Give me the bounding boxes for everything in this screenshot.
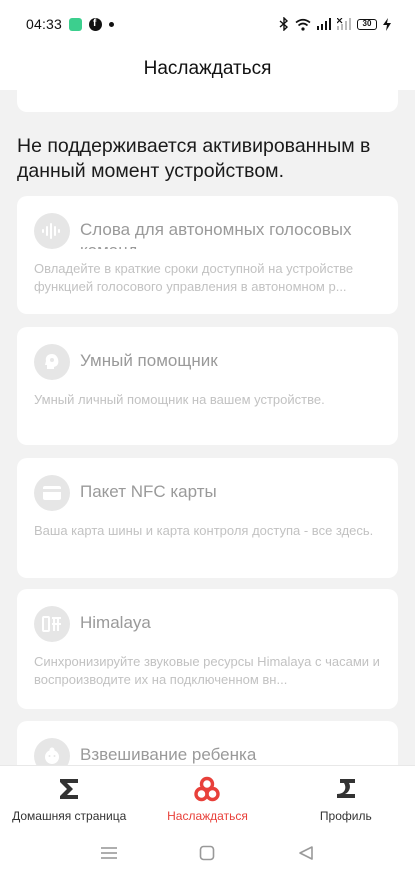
back-triangle-icon — [299, 846, 313, 860]
facebook-notification-icon — [89, 17, 103, 31]
square-home-icon — [200, 845, 215, 861]
status-bar: 04:33 30 — [0, 0, 415, 48]
signal-icon — [317, 18, 331, 30]
baby-icon — [34, 738, 70, 765]
tab-profile[interactable]: Профиль — [277, 766, 415, 830]
assistant-head-icon — [34, 344, 70, 380]
card-description: Синхронизируйте звуковые ресурсы Himalay… — [34, 654, 380, 687]
card-title: Взвешивание ребенка — [80, 745, 257, 764]
tab-home[interactable]: Домашняя страница — [0, 766, 138, 830]
tab-label: Домашняя страница — [12, 809, 127, 823]
card-title: Слова для автономных голосовых команд — [80, 220, 352, 249]
card-nfc-package[interactable]: Пакет NFC карты Ваша карта шины и карта … — [17, 458, 398, 578]
wifi-icon — [295, 18, 311, 31]
card-offline-voice-commands[interactable]: Слова для автономных голосовых команд Ов… — [17, 196, 398, 314]
card-title: Пакет NFC карты — [80, 482, 217, 501]
status-bar-right: 30 — [279, 17, 391, 31]
tab-enjoy[interactable]: Наслаждаться — [138, 766, 276, 830]
recents-button[interactable] — [89, 833, 129, 873]
voice-waveform-icon — [34, 213, 70, 249]
status-time: 04:33 — [26, 16, 63, 32]
himalaya-icon — [34, 606, 70, 642]
card-baby-weighing[interactable]: Взвешивание ребенка — [17, 721, 398, 765]
page-title: Наслаждаться — [143, 58, 272, 79]
home-button[interactable] — [187, 833, 227, 873]
card-title: Himalaya — [80, 613, 151, 632]
status-bar-left: 04:33 — [26, 16, 115, 32]
tab-label: Профиль — [319, 809, 372, 823]
card-title: Умный помощник — [80, 351, 218, 370]
card-smart-assistant[interactable]: Умный помощник Умный личный помощник на … — [17, 327, 398, 445]
system-nav-bar — [0, 830, 415, 876]
bluetooth-icon — [279, 17, 289, 31]
menu-icon — [101, 847, 118, 859]
charging-icon — [383, 17, 391, 31]
card-himalaya[interactable]: Himalaya Синхронизируйте звуковые ресурс… — [17, 589, 398, 709]
enjoy-icon — [194, 774, 221, 804]
profile-icon — [335, 774, 357, 804]
signal-no-sim-icon — [337, 18, 351, 30]
card-description: Умный личный помощник на вашем устройств… — [34, 392, 325, 407]
home-sigma-icon — [58, 774, 80, 804]
app-notification-icon — [69, 17, 83, 31]
previous-card — [17, 90, 398, 112]
more-notifications-icon — [109, 21, 115, 27]
page-header: Наслаждаться — [0, 48, 415, 90]
enjoy-content[interactable]: Не поддерживается активированным в данны… — [0, 90, 415, 765]
battery-icon: 30 — [357, 18, 377, 30]
card-description: Овладейте в краткие сроки доступной на у… — [34, 261, 354, 294]
back-button[interactable] — [286, 833, 326, 873]
nfc-card-icon — [34, 475, 70, 511]
bottom-tab-bar: Домашняя страница Наслаждаться Профиль — [0, 765, 415, 830]
card-description: Ваша карта шины и карта контроля доступа… — [34, 523, 374, 538]
tab-label: Наслаждаться — [167, 809, 248, 823]
unsupported-notice: Не поддерживается активированным в данны… — [17, 135, 371, 182]
